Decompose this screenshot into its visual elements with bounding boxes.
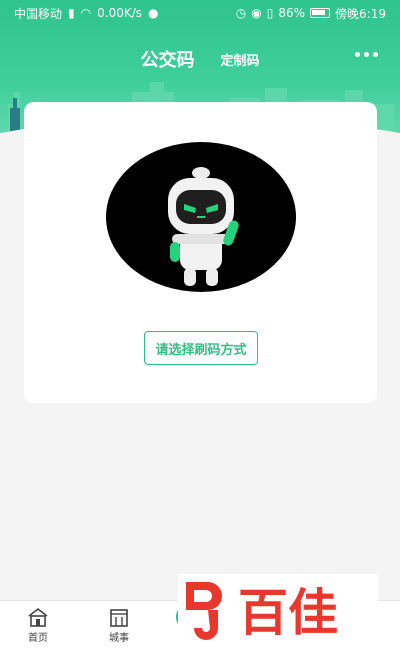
select-payment-method-button[interactable]: 请选择刷码方式	[144, 331, 258, 365]
robot-mascot-icon	[168, 167, 239, 286]
baijia-watermark-logo: 百佳	[178, 574, 378, 646]
network-speed: 0.00K/s	[97, 6, 142, 20]
nav-label-city: 城事	[109, 633, 129, 644]
status-bar: 中国移动 ▮ ◠ 0.00K/s ● ◷ ◉ ▯ 86% 傍晚6:19	[0, 0, 400, 26]
watermark-text: 百佳	[238, 584, 338, 642]
bus-code-card: 请选择刷码方式	[24, 102, 377, 403]
tab-custom-code[interactable]: 定制码	[220, 50, 259, 69]
location-icon: ◉	[251, 6, 262, 20]
code-display-area	[106, 142, 296, 292]
more-dots-icon[interactable]	[355, 52, 378, 57]
clock-time: 傍晚6:19	[335, 6, 386, 21]
nav-item-home[interactable]: 首页	[16, 607, 60, 644]
battery-percent: 86%	[278, 6, 306, 20]
alarm-icon: ◷	[235, 6, 247, 20]
title-bar: 公交码 定制码	[0, 40, 400, 78]
battery-icon	[310, 8, 331, 18]
nav-item-city[interactable]: 城事	[97, 607, 141, 644]
carrier-label: 中国移动	[14, 6, 63, 21]
signal-icon: ▮	[68, 6, 75, 20]
wifi-icon: ◠	[80, 6, 92, 20]
message-icon: ●	[148, 6, 159, 20]
home-icon	[28, 607, 48, 627]
nav-label-home: 首页	[28, 633, 48, 644]
tab-bus-code[interactable]: 公交码	[140, 46, 194, 72]
city-icon	[110, 609, 128, 627]
vibrate-icon: ▯	[266, 6, 274, 20]
